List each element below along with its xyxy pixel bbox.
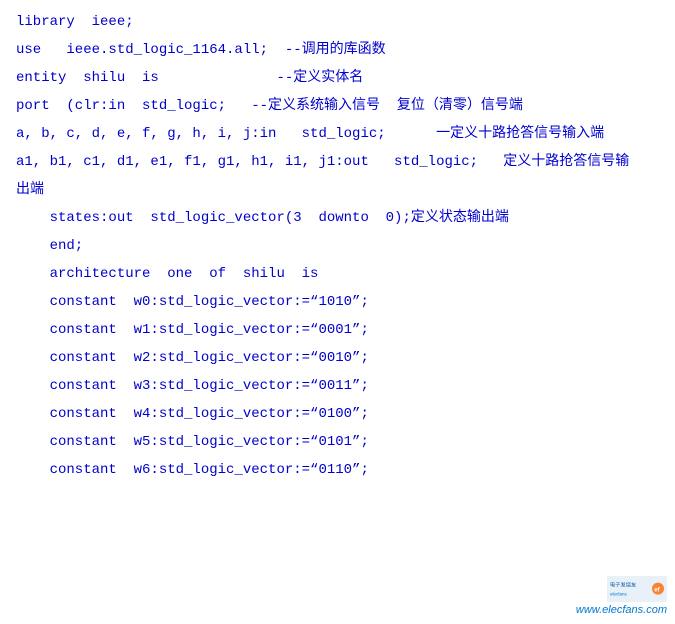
code-line-9: end; [16, 232, 659, 260]
code-line-15: constant w4:std_logic_vector:=“0100”; [16, 400, 659, 428]
code-line-17: constant w6:std_logic_vector:=“0110”; [16, 456, 659, 484]
watermark-logo-svg: 电子发烧友 elecfans ef [607, 574, 667, 604]
watermark-url: www.elecfans.com [576, 604, 667, 616]
code-line-1: library ieee; [16, 8, 659, 36]
code-line-8: states:out std_logic_vector(3 downto 0);… [16, 204, 659, 232]
code-line-12: constant w1:std_logic_vector:=“0001”; [16, 316, 659, 344]
code-container: library ieee; use ieee.std_logic_1164.al… [0, 0, 675, 624]
code-line-7: 出端 [16, 176, 659, 204]
watermark: 电子发烧友 elecfans ef www.elecfans.com [576, 574, 667, 616]
code-line-14: constant w3:std_logic_vector:=“0011”; [16, 372, 659, 400]
code-line-3: entity shilu is --定义实体名 [16, 64, 659, 92]
code-line-13: constant w2:std_logic_vector:=“0010”; [16, 344, 659, 372]
watermark-logo-area: 电子发烧友 elecfans ef www.elecfans.com [576, 574, 667, 616]
code-line-11: constant w0:std_logic_vector:=“1010”; [16, 288, 659, 316]
code-line-2: use ieee.std_logic_1164.all; --调用的库函数 [16, 36, 659, 64]
svg-text:elecfans: elecfans [610, 591, 628, 596]
code-line-10: architecture one of shilu is [16, 260, 659, 288]
code-line-5: a, b, c, d, e, f, g, h, i, j:in std_logi… [16, 120, 659, 148]
code-line-6: a1, b1, c1, d1, e1, f1, g1, h1, i1, j1:o… [16, 148, 659, 176]
code-line-4: port (clr:in std_logic; --定义系统输入信号 复位（清零… [16, 92, 659, 120]
code-line-16: constant w5:std_logic_vector:=“0101”; [16, 428, 659, 456]
